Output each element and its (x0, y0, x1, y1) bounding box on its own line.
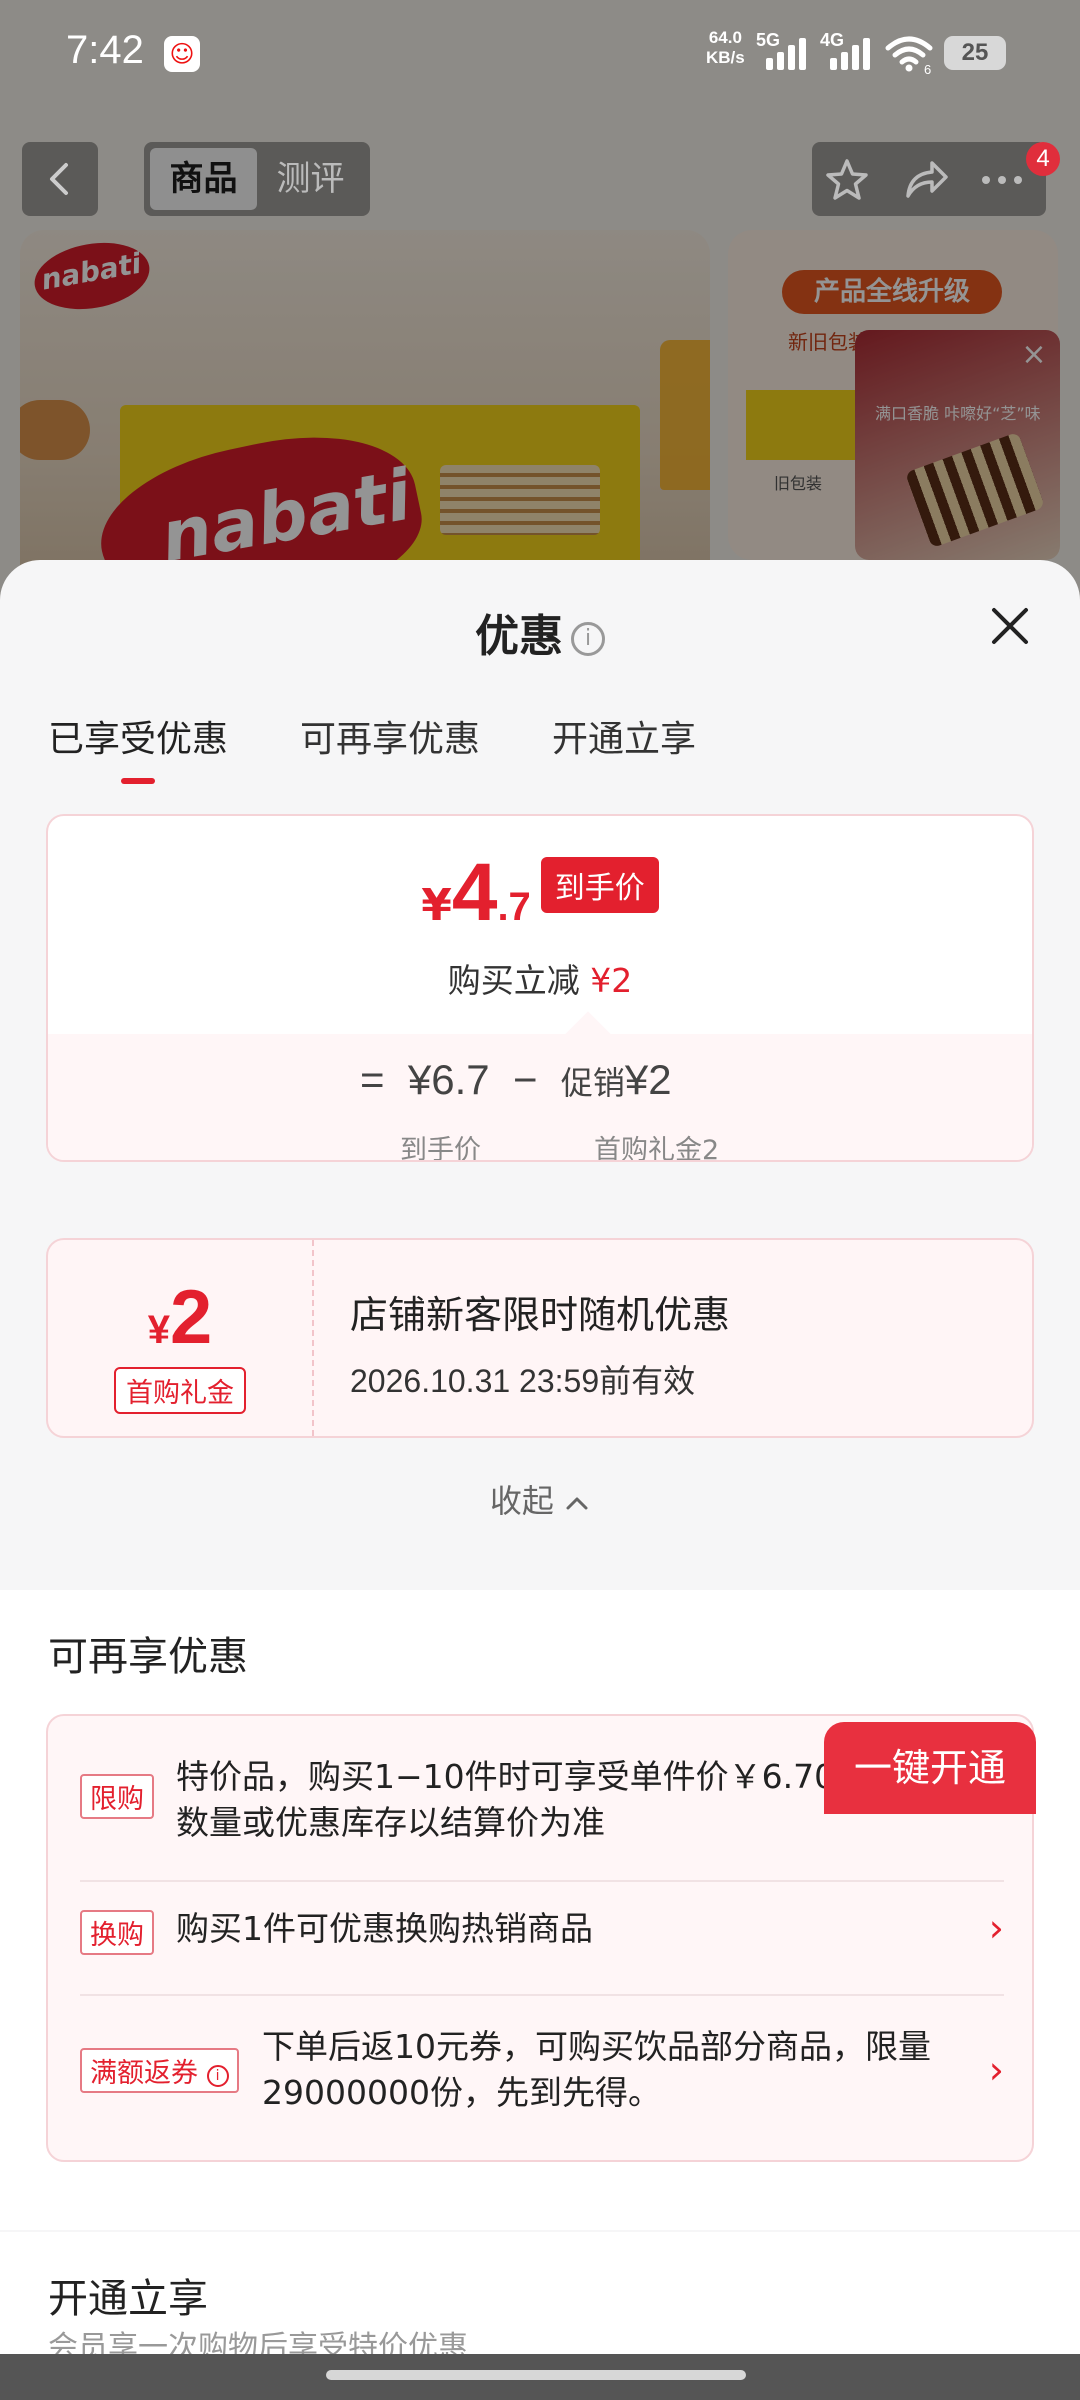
offer-text: 下单后返10元券，可购买饮品部分商品，限量29000000份，先到先得。 (262, 2027, 931, 2112)
more-discount-title: 可再享优惠 (48, 1634, 248, 1680)
calc-minus: − (512, 1056, 538, 1103)
sheet-title-text: 优惠 (475, 611, 563, 662)
close-icon[interactable] (988, 604, 1032, 648)
final-price-card: ¥4.7 到手价 购买立减 ¥2 = ¥6.7 − 促销¥2 到手价 首购礼金2 (46, 814, 1034, 1162)
breakdown-formula: = ¥6.7 − 促销¥2 (360, 1056, 672, 1104)
tab-more-discount[interactable]: 可再享优惠 (300, 710, 480, 784)
coupon-label: 首购礼金 (114, 1367, 246, 1414)
reduction-label: 购买立减 (447, 961, 580, 1000)
battery-icon: 25 (944, 36, 1006, 70)
collapse-label: 收起 (489, 1482, 554, 1520)
network-speed: 64.0 KB/s (706, 28, 745, 68)
offer-badge: 换购 (80, 1910, 154, 1955)
chevron-right-icon: › (988, 1906, 1004, 1950)
calc-promo-amount: ¥2 (624, 1056, 672, 1103)
tab-review[interactable]: 测评 (257, 148, 364, 210)
net-speed-unit: KB/s (706, 48, 745, 67)
notification-app-icon: ☺ (164, 36, 200, 72)
wifi-icon: 6 (885, 36, 933, 74)
divider (80, 1880, 1004, 1882)
sim1-signal-icon (766, 38, 806, 70)
tab-open-enjoy[interactable]: 开通立享 (552, 710, 696, 784)
more-discount-section: 可再享优惠 限购 特价品，购买1−10件时可享受单件价￥6.70，超出数量或优惠… (0, 1590, 1080, 2230)
message-count-badge: 4 (1026, 142, 1060, 176)
one-click-open-button[interactable]: 一键开通 (824, 1722, 1036, 1814)
sim2-signal-icon (830, 38, 870, 70)
chevron-left-icon (50, 163, 68, 195)
collapse-toggle[interactable]: 收起 (0, 1476, 1080, 1522)
instant-reduction: 购买立减 ¥2 (48, 954, 1032, 1002)
calc-caption-promo: 首购礼金2 (594, 1135, 720, 1162)
status-time: 7:42 (66, 28, 144, 72)
more-icon[interactable] (976, 156, 1028, 204)
offer-exchange-purchase[interactable]: 换购 购买1件可优惠换购热销商品 › (80, 1906, 1004, 1962)
calc-base-price: ¥6.7 (407, 1056, 490, 1103)
status-bar: 7:42 ☺ 64.0 KB/s 5G 4G 6 25 (0, 0, 1080, 100)
gesture-bar (0, 2354, 1080, 2400)
offer-badge: 满额返券 i (80, 2048, 239, 2093)
tab-product[interactable]: 商品 (150, 148, 257, 210)
offer-cashback-coupon[interactable]: 满额返券 i 下单后返10元券，可购买饮品部分商品，限量29000000份，先到… (80, 2024, 1004, 2124)
calc-promo-label: 促销 (560, 1065, 625, 1101)
offer-badge-label: 满额返券 (90, 2058, 198, 2089)
divider (80, 1994, 1004, 1996)
coupon-amount-block: ¥2 首购礼金 (48, 1240, 314, 1436)
calc-equals: = (360, 1056, 385, 1103)
chevron-right-icon: › (988, 2048, 1004, 2092)
share-icon[interactable] (900, 156, 950, 204)
page-tab-switcher: 商品 测评 (144, 142, 370, 216)
offer-text: 购买1件可优惠换购热销商品 (176, 1909, 593, 1948)
coupon-title: 店铺新客限时随机优惠 (350, 1293, 731, 1337)
final-price-tag: 到手价 (540, 857, 659, 913)
net-speed-value: 64.0 (708, 28, 742, 47)
offer-badge: 限购 (80, 1774, 154, 1819)
home-indicator[interactable] (326, 2370, 746, 2380)
sheet-title: 优惠 i (0, 600, 1080, 664)
price-decimal: .7 (497, 885, 531, 929)
coupon-value: 2 (169, 1275, 213, 1360)
tab-enjoyed-label: 已享受优惠 (48, 719, 229, 760)
price-currency: ¥ (421, 880, 452, 931)
final-price: ¥4.7 到手价 (48, 846, 1032, 940)
chevron-up-icon (566, 1497, 588, 1510)
info-icon[interactable]: i (571, 622, 605, 656)
discount-tabs: 已享受优惠 可再享优惠 开通立享 (48, 710, 768, 784)
discount-bottom-sheet: 优惠 i 已享受优惠 可再享优惠 开通立享 ¥4.7 到手价 购买立减 ¥2 = ¥… (0, 560, 1080, 2400)
first-purchase-coupon[interactable]: ¥2 首购礼金 店铺新客限时随机优惠 2026.10.31 23:59前有效 (46, 1238, 1034, 1438)
wifi-level: 6 (924, 62, 931, 74)
nav-action-group (812, 142, 1046, 216)
tab-more-label: 可再享优惠 (300, 719, 481, 760)
back-button[interactable] (22, 142, 98, 216)
coupon-amount: ¥2 (48, 1274, 312, 1361)
reduction-amount: ¥2 (590, 961, 633, 1000)
coupon-currency: ¥ (147, 1308, 170, 1352)
price-integer: 4 (451, 847, 498, 938)
coupon-validity: 2026.10.31 23:59前有效 (350, 1363, 696, 1399)
star-favorite-icon[interactable] (822, 156, 872, 204)
tab-enjoyed-discount[interactable]: 已享受优惠 (48, 710, 228, 784)
price-breakdown: = ¥6.7 − 促销¥2 到手价 首购礼金2 (48, 1011, 1032, 1162)
calc-caption-base: 到手价 (400, 1135, 481, 1162)
open-enjoy-title: 开通立享 (48, 2276, 208, 2322)
info-icon[interactable]: i (206, 2065, 229, 2087)
breakdown-pointer (565, 1011, 611, 1057)
tab-open-label: 开通立享 (552, 719, 697, 760)
active-tab-indicator (121, 778, 155, 784)
